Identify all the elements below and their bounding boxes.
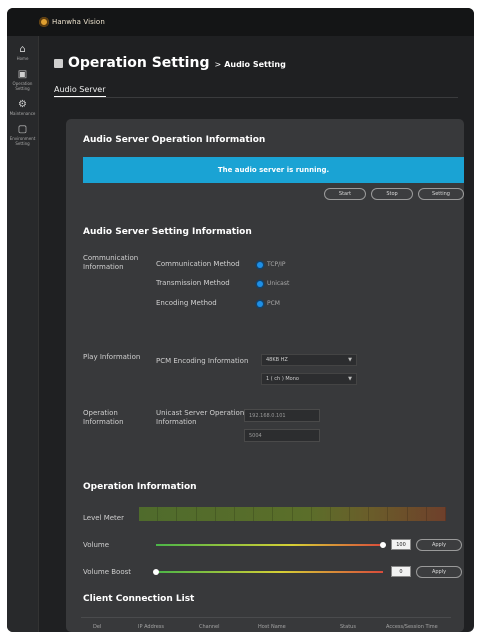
gear-icon: ⚙ — [18, 99, 27, 110]
unicast-port-input[interactable]: 5004 — [244, 429, 320, 442]
sidebar: ⌂ Home ▣ Operation Setting ⚙ Maintenance… — [7, 36, 39, 632]
pcm-channel-select-value: 1 ( ch ) Mono — [266, 376, 299, 382]
communication-method-radio[interactable] — [257, 262, 263, 268]
main-content: Operation Setting > Audio Setting Audio … — [38, 36, 474, 632]
encoding-method-label: Encoding Method — [156, 299, 217, 307]
column-header-time: Access/Session Time — [386, 624, 438, 630]
column-header-channel: Channel — [199, 624, 220, 630]
home-icon: ⌂ — [19, 44, 26, 55]
sidebar-item-home[interactable]: ⌂ Home — [7, 44, 38, 61]
column-header-status: Status — [340, 624, 356, 630]
encoding-method-radio[interactable] — [257, 301, 263, 307]
volume-label: Volume — [83, 541, 110, 549]
section-title-client-list: Client Connection List — [83, 594, 195, 604]
transmission-method-value: Unicast — [267, 280, 290, 287]
pcm-encoding-select[interactable]: 48KB HZ ▼ — [261, 354, 357, 366]
table-divider — [81, 617, 451, 618]
volume-boost-slider[interactable] — [156, 571, 383, 573]
transmission-method-label: Transmission Method — [156, 279, 230, 287]
sidebar-item-label: Home — [16, 56, 29, 61]
sidebar-item-label: Maintenance — [9, 111, 36, 116]
page-title: Operation Setting — [68, 55, 210, 71]
breadcrumb: Audio Setting — [224, 60, 286, 69]
app-window: Hanwha Vision ⌂ Home ▣ Operation Setting… — [7, 8, 474, 632]
sidebar-item-label: Operation Setting — [12, 81, 33, 91]
sidebar-item-environment-setting[interactable]: ▢ Environment Setting — [7, 124, 38, 146]
section-title-operation: Operation Information — [83, 482, 197, 492]
volume-boost-value-input[interactable]: 0 — [391, 566, 411, 577]
transmission-method-radio[interactable] — [257, 281, 263, 287]
page-grid-icon — [54, 59, 63, 68]
section-title-server-info: Audio Server Operation Information — [83, 135, 266, 145]
sidebar-item-maintenance[interactable]: ⚙ Maintenance — [7, 99, 38, 116]
volume-boost-apply-button[interactable]: Apply — [416, 566, 462, 578]
sidebar-item-operation-setting[interactable]: ▣ Operation Setting — [7, 69, 38, 91]
top-bar: Hanwha Vision — [7, 8, 474, 36]
column-header-ip: IP Address — [138, 624, 164, 630]
communication-method-label: Communication Method — [156, 260, 240, 268]
operation-info-label: Operation Information — [83, 409, 124, 426]
volume-value-input[interactable]: 100 — [391, 539, 411, 550]
unicast-server-label: Unicast Server Operation Information — [156, 409, 245, 426]
communication-info-label: Communication Information — [83, 254, 139, 271]
monitor-icon: ▢ — [17, 124, 28, 135]
pcm-encoding-label: PCM Encoding Information — [156, 357, 249, 365]
content-panel: Audio Server Operation Information The a… — [66, 119, 464, 632]
communication-method-value: TCP/IP — [267, 261, 286, 268]
page-header: Operation Setting > Audio Setting — [54, 55, 286, 71]
unicast-ip-input[interactable]: 192.168.0.101 — [244, 409, 320, 422]
pcm-encoding-select-value: 48KB HZ — [266, 357, 288, 363]
tab-divider — [54, 97, 458, 98]
play-info-label: Play Information — [83, 353, 141, 361]
tab-audio-server[interactable]: Audio Server — [54, 85, 106, 97]
volume-boost-slider-handle[interactable] — [153, 569, 159, 575]
server-status-banner: The audio server is running. — [83, 157, 464, 183]
level-meter-label: Level Meter — [83, 514, 124, 522]
section-title-setting-info: Audio Server Setting Information — [83, 227, 252, 237]
volume-slider[interactable] — [156, 544, 383, 546]
pcm-channel-select[interactable]: 1 ( ch ) Mono ▼ — [261, 373, 357, 385]
volume-slider-handle[interactable] — [380, 542, 386, 548]
volume-boost-label: Volume Boost — [83, 568, 132, 576]
breadcrumb-separator: > — [214, 60, 222, 69]
grid-icon: ▣ — [17, 69, 28, 80]
setting-button[interactable]: Setting — [418, 188, 464, 200]
level-meter — [139, 507, 446, 521]
sidebar-item-label: Environment Setting — [9, 136, 36, 146]
brand-logo-icon — [39, 17, 49, 27]
stop-button[interactable]: Stop — [371, 188, 413, 200]
column-header-host: Host Name — [258, 624, 286, 630]
volume-apply-button[interactable]: Apply — [416, 539, 462, 551]
chevron-down-icon: ▼ — [348, 357, 352, 363]
brand-name: Hanwha Vision — [52, 18, 105, 26]
column-header-del: Del — [93, 624, 102, 630]
start-button[interactable]: Start — [324, 188, 366, 200]
chevron-down-icon: ▼ — [348, 376, 352, 382]
encoding-method-value: PCM — [267, 300, 280, 307]
